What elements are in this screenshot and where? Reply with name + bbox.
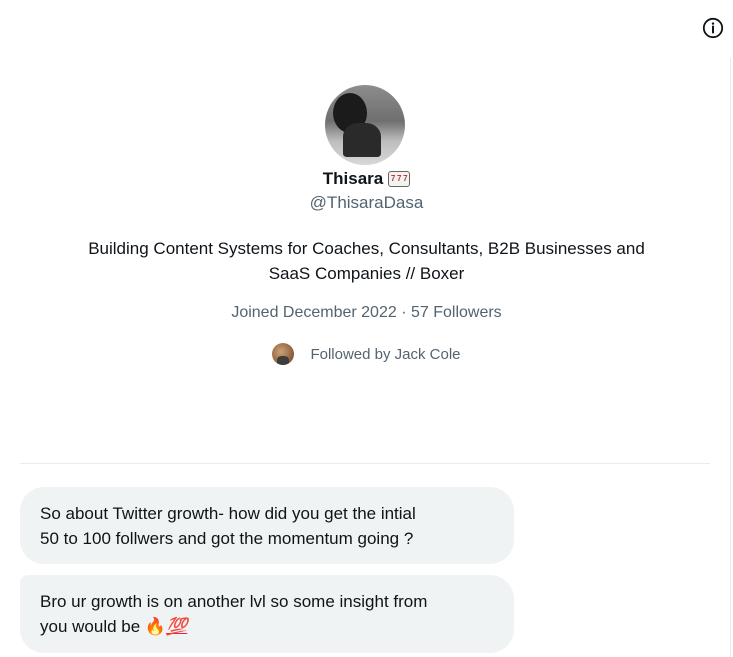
message-line: you would be 🔥💯 [40, 614, 494, 639]
info-button[interactable] [700, 15, 726, 41]
message-line: Bro ur growth is on another lvl so some … [40, 592, 428, 611]
message-bubble[interactable]: Bro ur growth is on another lvl so some … [20, 575, 514, 653]
message-line: So about Twitter growth- how did you get… [40, 504, 416, 523]
profile-name-row[interactable]: Thisara 777 [0, 167, 733, 191]
profile-bio: Building Content Systems for Coaches, Co… [40, 236, 693, 286]
message-bubble[interactable]: So about Twitter growth- how did you get… [20, 487, 514, 564]
follower-avatar[interactable] [272, 343, 295, 365]
info-icon [702, 17, 724, 39]
hundred-points-emoji-icon: 💯 [166, 617, 188, 636]
profile-meta: Joined December 2022 · 57 Followers [231, 304, 502, 321]
avatar-body-shape [343, 123, 381, 157]
profile-name[interactable]: Thisara [323, 169, 383, 189]
profile-bio-line: SaaS Companies // Boxer [268, 264, 465, 283]
followed-by-text[interactable]: Followed by Jack Cole [310, 346, 460, 363]
followed-by-row[interactable]: Followed by Jack Cole [0, 342, 733, 366]
profile-handle[interactable]: @ThisaraDasa [0, 193, 733, 213]
profile-avatar[interactable] [325, 85, 405, 165]
message-line: 50 to 100 follwers and got the momentum … [40, 529, 414, 548]
section-divider [20, 463, 710, 464]
fire-emoji-icon: 🔥 [144, 617, 167, 636]
slot-machine-icon: 777 [388, 171, 411, 187]
profile-bio-line: Building Content Systems for Coaches, Co… [88, 239, 645, 258]
message-text: you would be [40, 617, 141, 636]
